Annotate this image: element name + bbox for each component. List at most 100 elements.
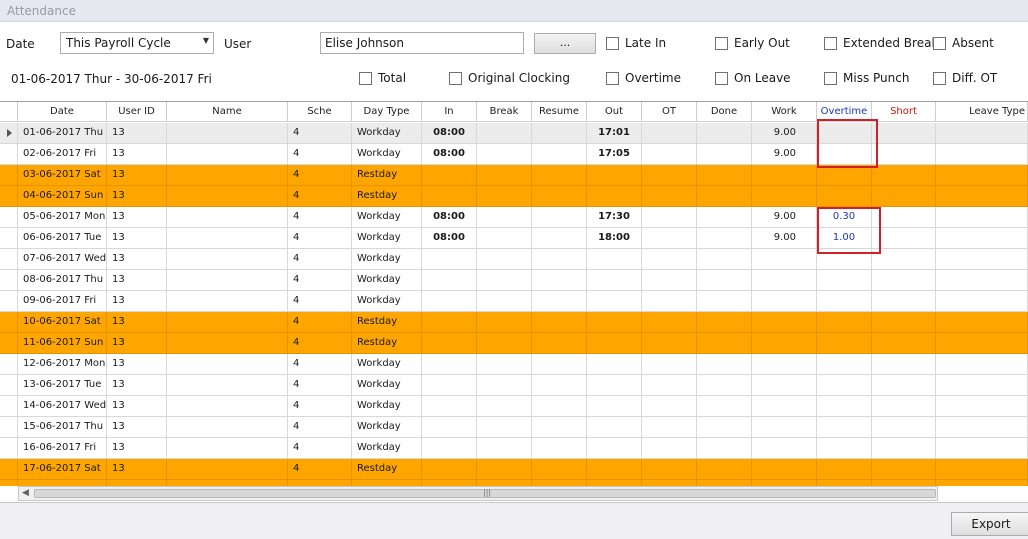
cell-resume[interactable] xyxy=(532,333,587,353)
cell-day-type[interactable]: Workday xyxy=(352,375,422,395)
cell-work[interactable] xyxy=(752,438,817,458)
cell-in[interactable]: 08:00 xyxy=(422,123,477,143)
cell-work[interactable] xyxy=(752,459,817,479)
cell-resume[interactable] xyxy=(532,375,587,395)
table-row[interactable]: 10-06-2017 Sat 13 4 Restday xyxy=(0,312,1028,333)
cell-name[interactable] xyxy=(167,354,288,374)
column-header-resume[interactable]: Resume xyxy=(532,102,587,122)
cell-ot[interactable] xyxy=(642,459,697,479)
cell-in[interactable] xyxy=(422,354,477,374)
cell-break[interactable] xyxy=(477,417,532,437)
cell-out[interactable] xyxy=(587,165,642,185)
cell-done[interactable] xyxy=(697,375,752,395)
checkbox-box[interactable] xyxy=(449,71,462,85)
row-indicator-cell[interactable] xyxy=(0,165,18,185)
cell-overtime[interactable] xyxy=(817,438,872,458)
cell-break[interactable] xyxy=(477,291,532,311)
cell-resume[interactable] xyxy=(532,291,587,311)
column-header-overtime[interactable]: Overtime xyxy=(817,102,872,122)
cell-work[interactable] xyxy=(752,417,817,437)
column-header-sche[interactable]: Sche xyxy=(288,102,352,122)
table-row[interactable]: 16-06-2017 Fri 13 4 Workday xyxy=(0,438,1028,459)
table-row[interactable]: 06-06-2017 Tue 13 4 Workday 08:00 18:00 9.00 1.… xyxy=(0,228,1028,249)
cell-short[interactable] xyxy=(872,186,936,206)
cell-sche[interactable]: 4 xyxy=(288,270,352,290)
cell-short[interactable] xyxy=(872,375,936,395)
cell-leave-type[interactable] xyxy=(936,165,1028,185)
cell-date[interactable]: 03-06-2017 Sat xyxy=(18,165,107,185)
cell-overtime[interactable] xyxy=(817,249,872,269)
cell-leave-type[interactable] xyxy=(936,333,1028,353)
cell-short[interactable] xyxy=(872,312,936,332)
cell-done[interactable] xyxy=(697,228,752,248)
cell-overtime[interactable] xyxy=(817,333,872,353)
cell-short[interactable] xyxy=(872,270,936,290)
cell-out[interactable] xyxy=(587,396,642,416)
cell-in[interactable] xyxy=(422,291,477,311)
cell-work[interactable]: 9.00 xyxy=(752,228,817,248)
cell-user-id[interactable]: 13 xyxy=(107,333,167,353)
cell-overtime[interactable]: 0.30 xyxy=(817,207,872,227)
cell-name[interactable] xyxy=(167,249,288,269)
cell-name[interactable] xyxy=(167,417,288,437)
cell-resume[interactable] xyxy=(532,123,587,143)
cell-work[interactable]: 9.00 xyxy=(752,123,817,143)
cell-in[interactable] xyxy=(422,270,477,290)
cell-work[interactable] xyxy=(752,165,817,185)
cell-short[interactable] xyxy=(872,417,936,437)
cell-leave-type[interactable] xyxy=(936,417,1028,437)
cell-date[interactable]: 11-06-2017 Sun xyxy=(18,333,107,353)
row-indicator-cell[interactable] xyxy=(0,480,18,486)
cell-user-id[interactable]: 13 xyxy=(107,165,167,185)
cell-done[interactable] xyxy=(697,396,752,416)
cell-name[interactable] xyxy=(167,375,288,395)
cell-name[interactable] xyxy=(167,228,288,248)
cell-in[interactable] xyxy=(422,459,477,479)
cell-date[interactable]: 02-06-2017 Fri xyxy=(18,144,107,164)
cell-sche[interactable]: 4 xyxy=(288,438,352,458)
cell-date[interactable]: 17-06-2017 Sat xyxy=(18,459,107,479)
cell-resume[interactable] xyxy=(532,270,587,290)
cell-resume[interactable] xyxy=(532,459,587,479)
cell-sche[interactable]: 4 xyxy=(288,249,352,269)
cell-break[interactable] xyxy=(477,438,532,458)
cell-ot[interactable] xyxy=(642,312,697,332)
row-indicator-cell[interactable] xyxy=(0,333,18,353)
table-row[interactable]: 04-06-2017 Sun 13 4 Restday xyxy=(0,186,1028,207)
cell-ot[interactable] xyxy=(642,354,697,374)
cell-sche[interactable]: 4 xyxy=(288,165,352,185)
table-row[interactable]: 15-06-2017 Thu 13 4 Workday xyxy=(0,417,1028,438)
column-header-leave-type[interactable]: Leave Type xyxy=(936,102,1028,122)
cell-user-id[interactable]: 13 xyxy=(107,438,167,458)
cell-break[interactable] xyxy=(477,228,532,248)
cell-in[interactable]: 08:00 xyxy=(422,144,477,164)
cell-resume[interactable] xyxy=(532,417,587,437)
cell-leave-type[interactable] xyxy=(936,312,1028,332)
cell-ot[interactable] xyxy=(642,228,697,248)
cell-ot[interactable] xyxy=(642,207,697,227)
cell-break[interactable] xyxy=(477,165,532,185)
cell-leave-type[interactable] xyxy=(936,270,1028,290)
cell-out[interactable] xyxy=(587,438,642,458)
cell-date[interactable]: 05-06-2017 Mon xyxy=(18,207,107,227)
cell-break[interactable] xyxy=(477,249,532,269)
cell-day-type[interactable]: Workday xyxy=(352,291,422,311)
cell-work[interactable] xyxy=(752,396,817,416)
cell-overtime[interactable] xyxy=(817,291,872,311)
cell-leave-type[interactable] xyxy=(936,123,1028,143)
cell-leave-type[interactable] xyxy=(936,375,1028,395)
cell-overtime[interactable] xyxy=(817,417,872,437)
cell-ot[interactable] xyxy=(642,249,697,269)
table-row[interactable]: 09-06-2017 Fri 13 4 Workday xyxy=(0,291,1028,312)
cell-done[interactable] xyxy=(697,270,752,290)
cell-name[interactable] xyxy=(167,165,288,185)
horizontal-scrollbar[interactable]: ◀ ||| xyxy=(18,486,938,501)
cell-sche[interactable]: 4 xyxy=(288,417,352,437)
cell-out[interactable] xyxy=(587,312,642,332)
cell-date[interactable]: 01-06-2017 Thu xyxy=(18,123,107,143)
cell-sche[interactable]: 4 xyxy=(288,354,352,374)
cell-short[interactable] xyxy=(872,144,936,164)
cell-short[interactable] xyxy=(872,165,936,185)
cell-day-type[interactable]: Workday xyxy=(352,417,422,437)
cell-ot[interactable] xyxy=(642,438,697,458)
